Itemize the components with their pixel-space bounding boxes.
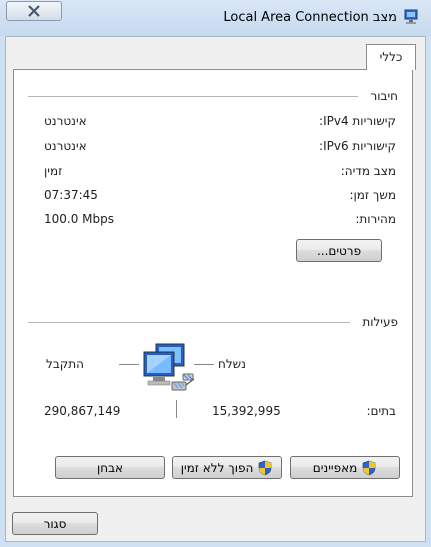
ipv4-connectivity-label: קישוריות IPv4: bbox=[319, 114, 396, 128]
close-icon bbox=[28, 5, 40, 17]
activity-heading: פעילות bbox=[362, 315, 398, 329]
activity-divider bbox=[28, 322, 350, 323]
received-label: התקבל bbox=[46, 357, 84, 371]
diagnose-button[interactable]: אבחן bbox=[55, 456, 165, 479]
ipv4-connectivity-value: אינטרנט bbox=[44, 114, 87, 128]
disable-button-label: הפוך ללא זמין bbox=[180, 460, 254, 475]
details-button[interactable]: פרטים... bbox=[296, 239, 382, 262]
close-window-button[interactable] bbox=[6, 1, 62, 21]
network-connection-icon bbox=[404, 9, 418, 24]
uac-shield-icon bbox=[362, 460, 376, 475]
disable-button[interactable]: הפוך ללא זמין bbox=[172, 456, 282, 479]
ipv6-connectivity-value: אינטרנט bbox=[44, 139, 87, 153]
media-state-label: מצב מדיה: bbox=[340, 164, 396, 178]
tab-general[interactable]: כללי bbox=[366, 44, 416, 70]
dialog-client-area: כללי חיבור קישוריות IPv4: אינטרנט קישורי… bbox=[5, 36, 426, 542]
duration-value: 07:37:45 bbox=[44, 188, 98, 202]
media-state-value: זמין bbox=[44, 164, 63, 178]
network-stem-line bbox=[176, 400, 177, 418]
ipv6-connectivity-label: קישוריות IPv6: bbox=[319, 139, 396, 153]
properties-button[interactable]: מאפיינים bbox=[290, 456, 400, 479]
speed-label: מהירות: bbox=[355, 212, 396, 226]
general-tab-panel: חיבור קישוריות IPv4: אינטרנט קישוריות IP… bbox=[13, 69, 413, 497]
bytes-label: בתים: bbox=[366, 404, 396, 418]
close-button[interactable]: סגור bbox=[12, 512, 98, 535]
connection-heading: חיבור bbox=[370, 89, 398, 103]
bytes-received-value: 290,867,149 bbox=[44, 404, 121, 418]
speed-value: 100.0 Mbps bbox=[44, 212, 115, 226]
network-computers-icon bbox=[143, 343, 195, 391]
bytes-sent-value: 15,392,995 bbox=[212, 404, 281, 418]
duration-label: משך זמן: bbox=[349, 188, 396, 202]
properties-button-label: מאפיינים bbox=[312, 460, 358, 475]
connection-divider bbox=[28, 96, 358, 97]
uac-shield-icon bbox=[259, 460, 272, 475]
window-title: מצב Local Area Connection bbox=[223, 10, 397, 25]
title-bar: מצב Local Area Connection bbox=[0, 0, 431, 36]
sent-label: נשלח bbox=[218, 357, 246, 371]
